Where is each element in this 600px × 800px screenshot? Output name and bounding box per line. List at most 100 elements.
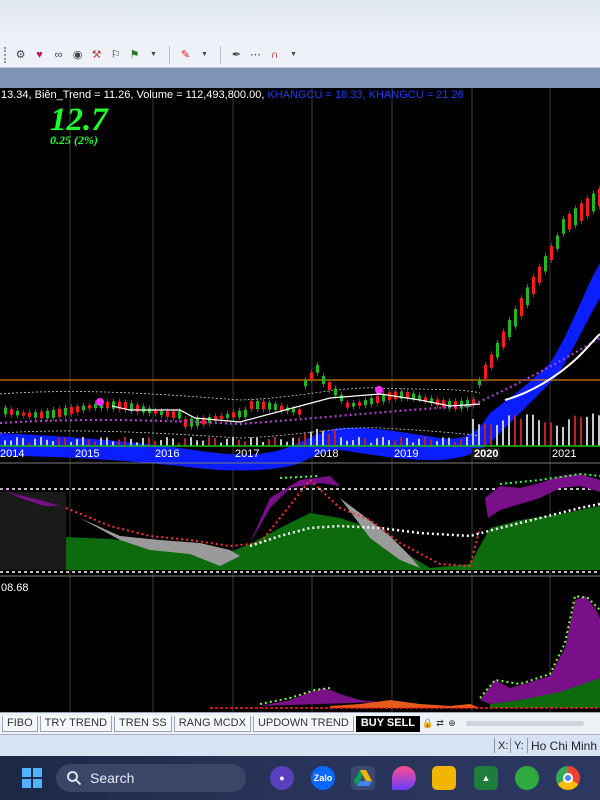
indicator3-value: 08.68 [1,582,29,594]
volume-bar [46,439,48,446]
volume-bar [418,438,420,446]
pen-icon[interactable]: ✎ [177,46,194,63]
hammer-icon[interactable]: ⚒ [88,46,105,63]
volume-bar [172,438,174,446]
khangcu-2-text: KHANGCU = 21.26 [368,89,464,101]
price-info-line: 13.34, Biên_Trend = 11.26, Volume = 112,… [1,89,464,101]
khangcu-1-text: KHANGCU = 18.33, [267,89,369,101]
tab-add-icon[interactable]: ⊕ [446,717,458,731]
tab-tren-ss[interactable]: TREN SS [114,715,172,732]
status-divider [510,738,511,753]
price-change: 0.25 (2%) [50,133,98,147]
volume-bar [586,416,588,446]
volume-bar [484,423,486,446]
file-explorer-icon[interactable] [432,766,456,790]
volume-bar [442,437,444,446]
toolbar-separator [220,45,221,64]
volume-bar [148,437,150,446]
line-tool-icon[interactable]: ✒ [228,46,245,63]
volume-bar [520,418,522,446]
volume-bar [346,440,348,446]
binoculars-icon[interactable]: ◉ [69,46,86,63]
volume-bar [4,440,6,446]
volume-bar [22,438,24,446]
volume-bar [382,437,384,446]
taskbar-search-box[interactable]: Search [56,764,246,792]
volume-bar [448,437,450,446]
volume-bar [76,439,78,446]
volume-bar [10,440,12,446]
signal-dot [375,386,383,394]
camera-app-icon[interactable]: ● [270,766,294,790]
volume-bar [400,437,402,446]
volume-bar [292,437,294,446]
lock-icon[interactable]: 🔒 [422,717,434,731]
tab-try-trend[interactable]: TRY TREND [39,715,113,732]
status-location: Ho Chi Minh S [531,739,600,753]
tab-updown-trend[interactable]: UPDOWN TREND [252,715,354,732]
tab-arrows-icon[interactable]: ⇄ [434,717,446,731]
volume-bar [100,437,102,446]
trend-text: Biên_Trend = 11.26, Volume = 112,493,800… [34,89,268,101]
tab-fibo[interactable]: FIBO [2,715,38,732]
volume-bar [130,438,132,446]
chart-canvas [0,88,600,712]
volume-bar [568,419,570,446]
volume-bar [376,438,378,446]
volume-bar [592,413,594,446]
tab-rang-mcdx[interactable]: RANG MCDX [173,715,251,732]
volume-bar [580,416,582,446]
stock-chart[interactable]: 13.34, Biên_Trend = 11.26, Volume = 112,… [0,88,600,712]
volume-bar [574,415,576,446]
chrome-icon[interactable] [556,766,580,790]
edge-app-icon[interactable] [392,766,416,790]
heart-icon[interactable]: ♥ [31,46,48,63]
status-y-label: Y: [514,740,524,752]
volume-bar [556,425,558,446]
glasses-icon[interactable]: ∞ [50,46,67,63]
dropdown-icon[interactable]: ▼ [285,46,302,63]
volume-bar [538,420,540,446]
volume-bar [124,437,126,446]
gear-icon[interactable]: ⚙ [12,46,29,63]
toolbar-grip[interactable] [4,46,7,63]
zalo-app-icon[interactable]: Zalo [311,766,335,790]
dropdown-icon[interactable]: ▼ [196,46,213,63]
volume-bar [268,439,270,446]
volume-bar [388,440,390,446]
horizontal-scrollbar[interactable] [466,721,585,726]
volume-bar [550,422,552,446]
volume-bar [340,437,342,446]
green-app-icon[interactable] [515,766,539,790]
pin-icon[interactable]: ⚐ [107,46,124,63]
dotted-line-icon[interactable]: ⋯ [247,46,264,63]
volume-bar [238,439,240,446]
volume-bar [88,439,90,446]
volume-bar [478,424,480,446]
year-label: 2016 [155,448,180,460]
tab-buy-sell[interactable]: BUY SELL [355,715,421,732]
signal-dot [96,398,104,406]
stock-app-icon[interactable]: ▲ [474,766,498,790]
volume-bar [82,437,84,446]
magnet-icon[interactable]: ∩ [266,46,283,63]
volume-bar [508,415,510,446]
grid-lines [69,88,551,712]
year-label: 2019 [394,448,419,460]
volume-bar [232,437,234,446]
volume-bar [310,431,312,446]
volume-bar [562,426,564,446]
price-prefix: 13.34, [1,89,35,101]
volume-bar [394,440,396,446]
volume-bar [424,437,426,446]
dropdown-icon[interactable]: ▼ [145,46,162,63]
windows-start-icon[interactable] [22,768,42,788]
flag-icon[interactable]: ⚑ [126,46,143,63]
ind2-shade [0,492,66,570]
volume-bar [106,437,108,446]
volume-bar [532,414,534,446]
drive-app-icon[interactable] [351,766,375,790]
volume-bar [196,440,198,446]
volume-bar [40,437,42,446]
app-titlebar [0,0,600,42]
